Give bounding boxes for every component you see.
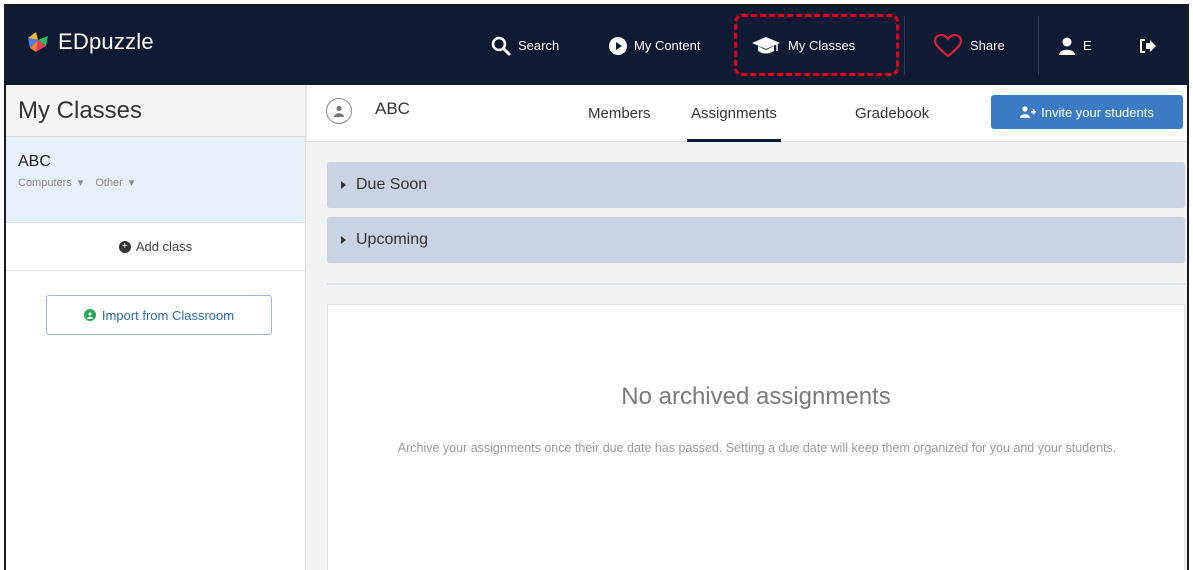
class-tags: Computers ▾ Other ▾ — [18, 176, 293, 190]
nav-search[interactable]: Search — [491, 6, 559, 85]
section-label: Upcoming — [356, 231, 429, 248]
add-class-button[interactable]: + Add class — [6, 223, 305, 271]
google-classroom-icon — [83, 309, 96, 321]
class-avatar-icon — [326, 98, 352, 124]
class-name: ABC — [18, 153, 51, 170]
search-icon — [491, 36, 511, 56]
sidebar: My Classes ABC Computers ▾ Other ▾ + Add… — [6, 85, 306, 570]
tab-gradebook[interactable]: Gradebook — [855, 85, 929, 142]
puzzle-logo-icon — [24, 28, 52, 56]
logout-icon — [1139, 38, 1157, 54]
top-navbar: EDpuzzle Search My Content My Classes Sh… — [6, 6, 1187, 85]
nav-logout[interactable] — [1139, 6, 1164, 85]
caret-down-icon: ▾ — [128, 177, 135, 189]
nav-separator — [904, 16, 905, 75]
app-frame: EDpuzzle Search My Content My Classes Sh… — [4, 4, 1189, 570]
user-icon — [1058, 37, 1076, 55]
invite-label: Invite your students — [1041, 104, 1154, 120]
highlight-annotation — [734, 14, 899, 76]
tab-members[interactable]: Members — [588, 85, 651, 142]
caret-right-icon — [341, 181, 346, 189]
nav-share-label: Share — [970, 38, 1005, 53]
grade-label: Other — [95, 176, 123, 189]
caret-right-icon — [341, 236, 346, 244]
empty-state-card: No archived assignments Archive your ass… — [327, 304, 1185, 570]
nav-my-content-label: My Content — [634, 38, 701, 53]
sidebar-title: My Classes — [6, 85, 305, 137]
play-circle-icon — [609, 36, 627, 55]
subject-label: Computers — [18, 176, 72, 189]
nav-separator — [1038, 16, 1039, 75]
grade-dropdown[interactable]: Other ▾ — [95, 176, 135, 190]
add-user-icon — [1020, 106, 1037, 118]
section-label: Due Soon — [356, 176, 428, 193]
section-due-soon[interactable]: Due Soon — [327, 162, 1185, 208]
subject-dropdown[interactable]: Computers ▾ — [18, 176, 84, 190]
heart-icon — [933, 33, 963, 58]
tab-assignments[interactable]: Assignments — [687, 85, 781, 142]
add-class-label: Add class — [135, 239, 193, 254]
caret-down-icon: ▾ — [77, 177, 84, 189]
invite-students-button[interactable]: Invite your students — [991, 95, 1183, 129]
import-from-classroom-button[interactable]: Import from Classroom — [46, 295, 272, 335]
section-upcoming[interactable]: Upcoming — [327, 217, 1185, 263]
nav-search-label: Search — [518, 38, 560, 53]
divider — [327, 283, 1185, 285]
nav-my-content[interactable]: My Content — [609, 6, 700, 85]
plus-circle-icon: + — [118, 240, 131, 253]
nav-user-initial: E — [1083, 38, 1092, 53]
empty-state-description: Archive your assignments once their due … — [397, 441, 1117, 455]
nav-user-menu[interactable]: E — [1058, 6, 1092, 85]
import-label: Import from Classroom — [101, 307, 235, 323]
class-title: ABC — [375, 99, 410, 118]
nav-share[interactable]: Share — [933, 6, 1005, 85]
sidebar-class-item[interactable]: ABC Computers ▾ Other ▾ — [6, 137, 305, 223]
class-header: ABC Members Assignments Gradebook Invite… — [307, 85, 1187, 142]
logo[interactable]: EDpuzzle — [24, 28, 154, 56]
logo-text: EDpuzzle — [58, 29, 154, 54]
empty-state-title: No archived assignments — [621, 383, 891, 410]
